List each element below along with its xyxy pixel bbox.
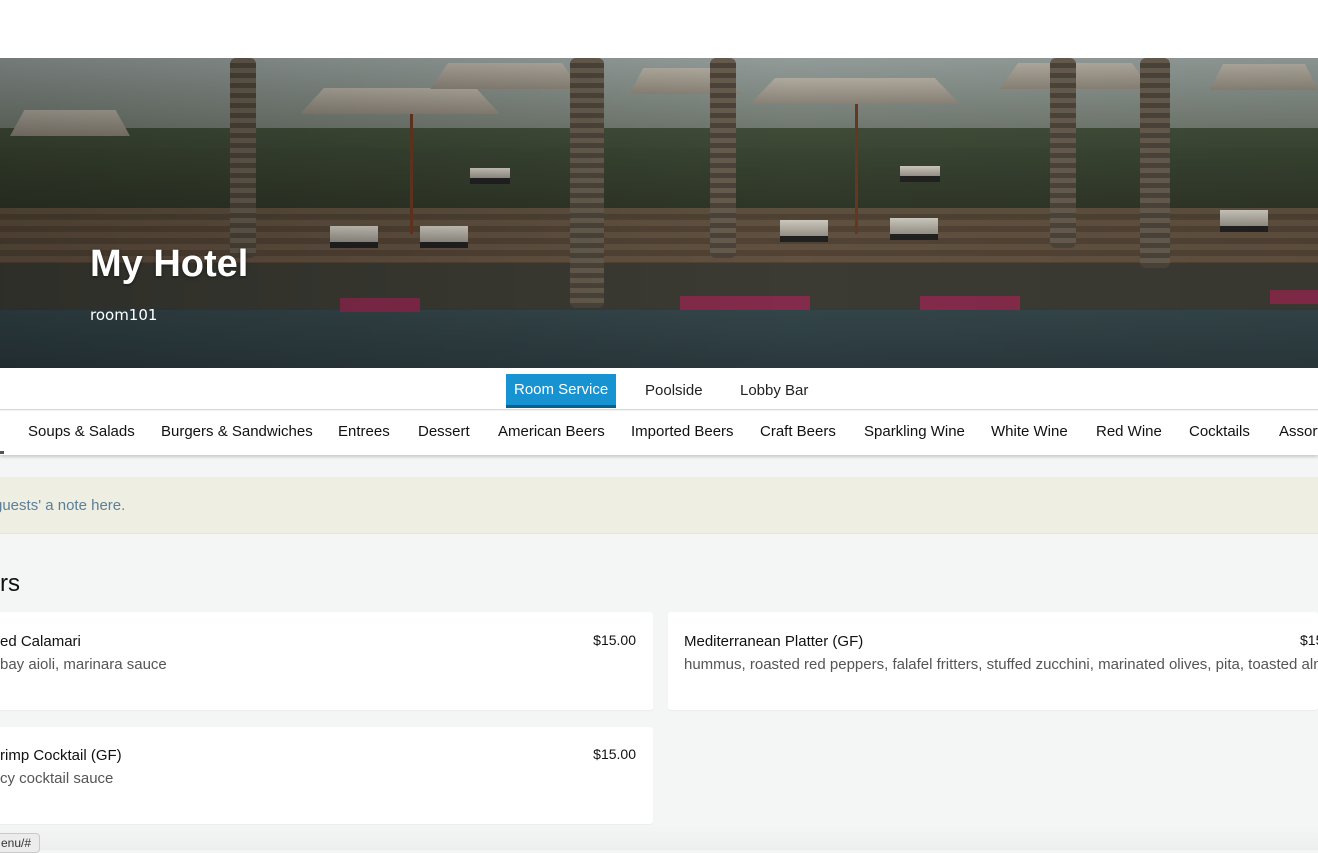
category-white-wine[interactable]: White Wine — [991, 423, 1068, 440]
category-entrees[interactable]: Entrees — [338, 423, 390, 440]
category-assorted[interactable]: Assort — [1279, 423, 1318, 440]
category-craft-beers[interactable]: Craft Beers — [760, 423, 836, 440]
menu-item-price: $15.00 — [593, 632, 636, 648]
menu-item-card[interactable]: rimp Cocktail (GF) cy cocktail sauce $15… — [0, 727, 653, 824]
menu-item-description: bay aioli, marinara sauce — [0, 656, 167, 673]
category-burgers-sandwiches[interactable]: Burgers & Sandwiches — [161, 423, 313, 440]
tab-lobby-bar[interactable]: Lobby Bar — [732, 374, 816, 408]
menu-item-price: $15 — [1300, 632, 1318, 648]
guest-note-banner: guests' a note here. — [0, 477, 1318, 534]
venue-tabs: Room Service Poolside Lobby Bar — [0, 368, 1318, 410]
menu-item-description: cy cocktail sauce — [0, 770, 114, 787]
category-dessert[interactable]: Dessert — [418, 423, 470, 440]
top-header-blank — [0, 0, 1318, 58]
category-red-wine[interactable]: Red Wine — [1096, 423, 1162, 440]
category-soups-salads[interactable]: Soups & Salads — [28, 423, 135, 440]
menu-item-price: $15.00 — [593, 746, 636, 762]
category-american-beers[interactable]: American Beers — [498, 423, 605, 440]
room-number-label: room101 — [90, 306, 158, 324]
hero-banner: My Hotel room101 — [0, 58, 1318, 368]
menu-category-nav: Soups & Salads Burgers & Sandwiches Entr… — [0, 411, 1318, 455]
category-imported-beers[interactable]: Imported Beers — [631, 423, 734, 440]
hotel-title: My Hotel — [90, 243, 249, 285]
tab-poolside[interactable]: Poolside — [637, 374, 711, 408]
menu-item-name: rimp Cocktail (GF) — [0, 747, 122, 764]
category-sparkling-wine[interactable]: Sparkling Wine — [864, 423, 965, 440]
menu-item-card[interactable]: Mediterranean Platter (GF) hummus, roast… — [668, 612, 1318, 710]
menu-item-description: hummus, roasted red peppers, falafel fri… — [684, 656, 1318, 673]
menu-item-card[interactable]: ed Calamari bay aioli, marinara sauce $1… — [0, 612, 653, 710]
menu-item-name: Mediterranean Platter (GF) — [684, 633, 864, 650]
active-category-indicator — [0, 451, 4, 454]
category-cocktails[interactable]: Cocktails — [1189, 423, 1250, 440]
link-status-bar: enu/# — [0, 833, 41, 853]
menu-item-name: ed Calamari — [0, 633, 81, 650]
tab-room-service[interactable]: Room Service — [506, 374, 617, 408]
section-title: rters — [0, 570, 20, 597]
guest-note-text: guests' a note here. — [0, 497, 126, 514]
